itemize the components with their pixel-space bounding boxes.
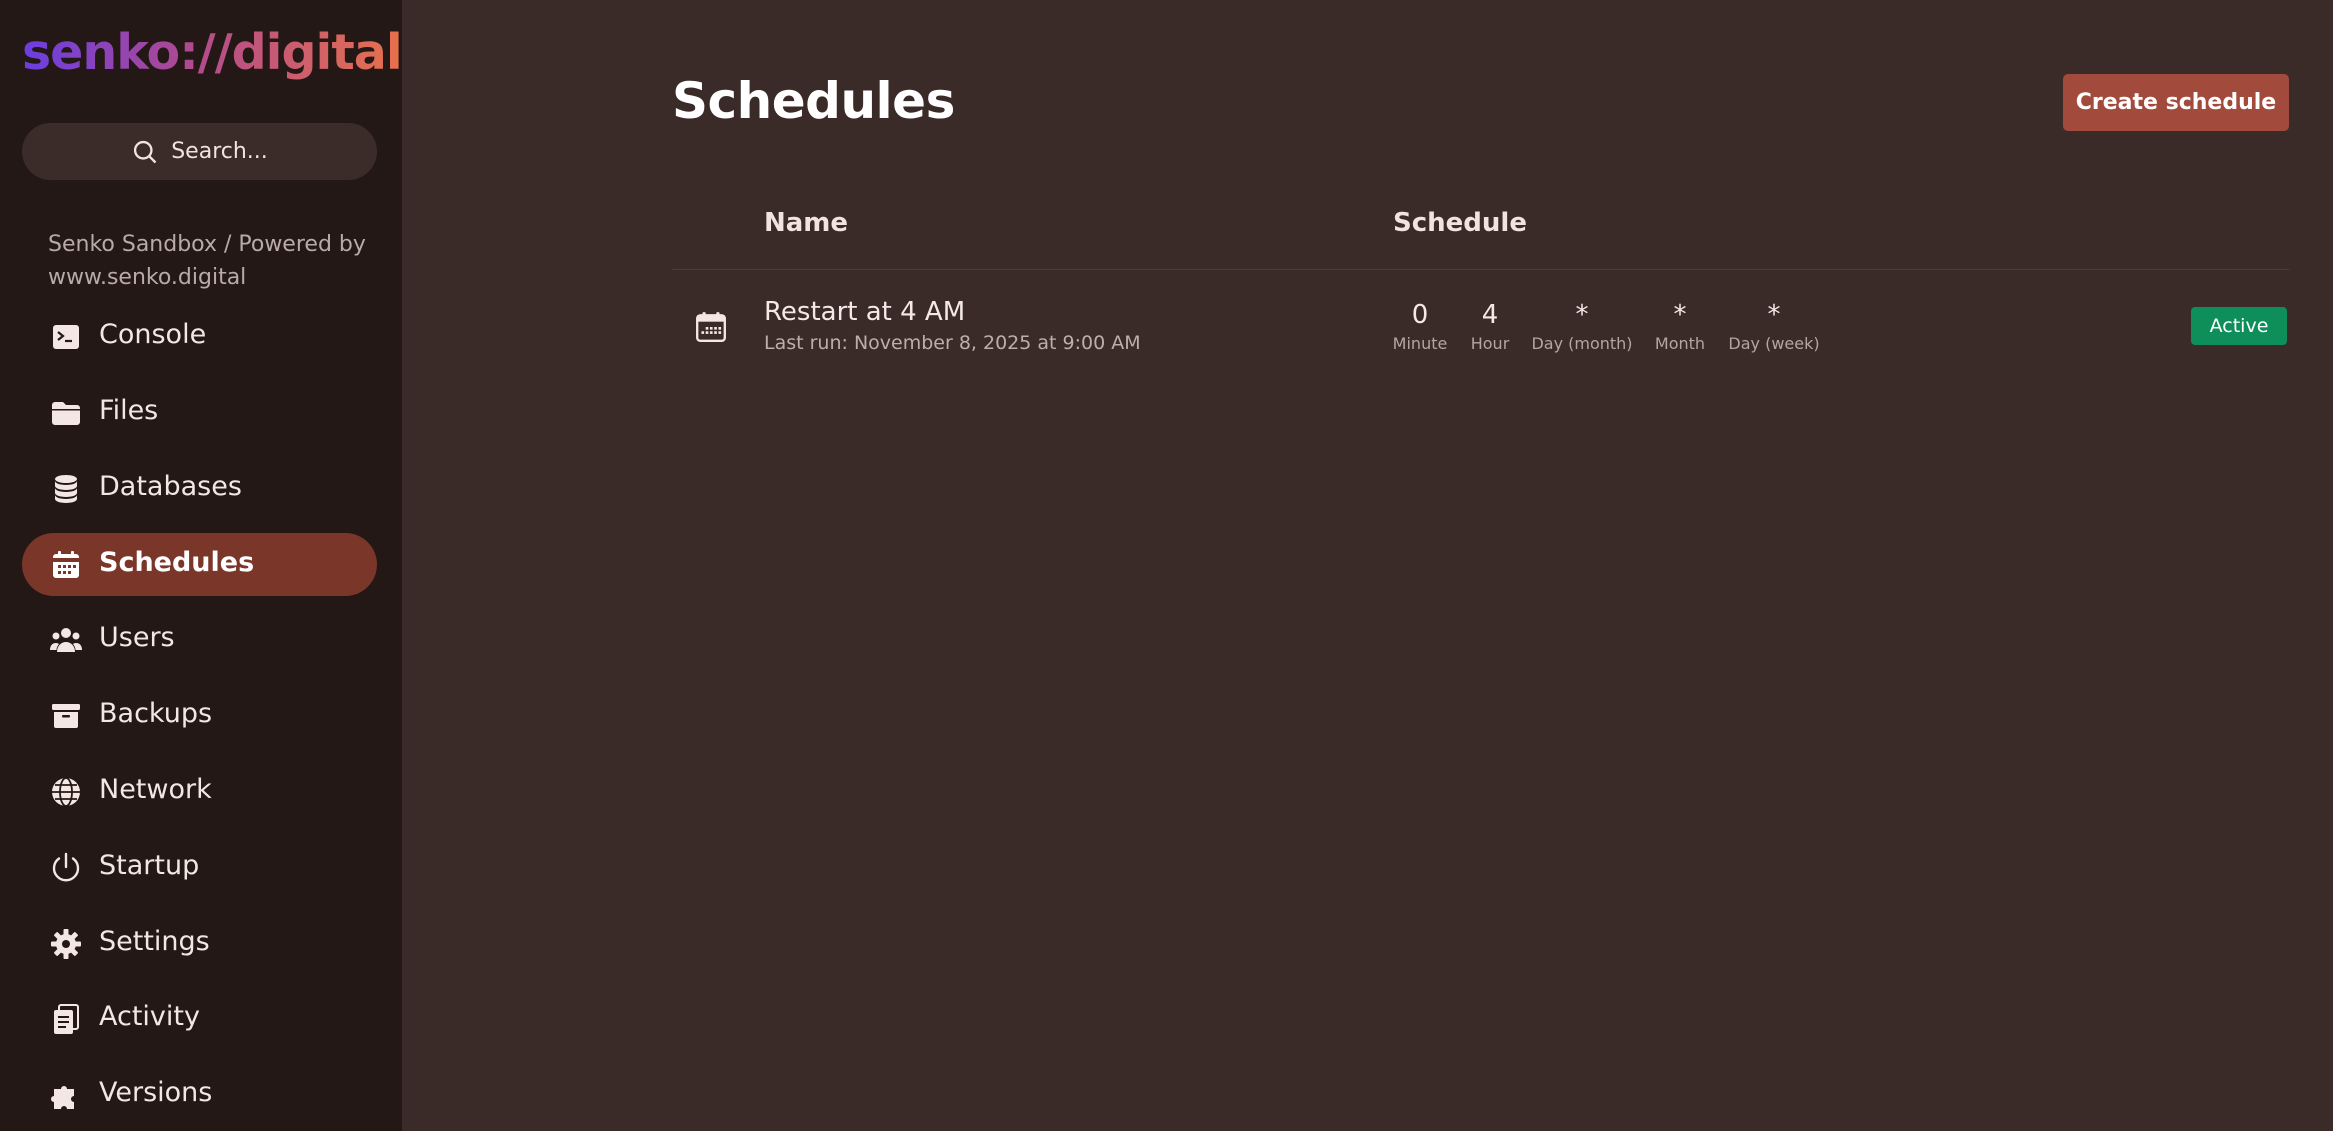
sidebar-item-label: Databases [99, 471, 242, 502]
globe-icon [50, 776, 82, 808]
cron-day-month: * Day (month) [1531, 298, 1632, 356]
schedule-last-run: Last run: November 8, 2025 at 9:00 AM [764, 332, 1141, 354]
cron-value: * [1575, 300, 1589, 330]
terminal-icon [50, 321, 82, 353]
cron-value: 4 [1481, 300, 1499, 330]
table-divider [672, 269, 2289, 270]
page-title: Schedules [672, 72, 955, 130]
sidebar-item-label: Versions [99, 1077, 213, 1108]
create-schedule-button[interactable]: Create schedule [2063, 74, 2289, 131]
cron-day-week: * Day (week) [1728, 298, 1819, 356]
power-icon [50, 852, 82, 884]
cron-value: * [1767, 300, 1781, 330]
sidebar-item-label: Activity [99, 1001, 200, 1032]
sidebar-item-label: Users [99, 622, 175, 653]
sidebar-item-activity[interactable]: Activity [22, 987, 377, 1050]
sidebar-item-label: Network [99, 774, 212, 805]
sidebar: senko://digital Search... Senko Sandbox … [0, 0, 403, 1131]
sidebar-item-databases[interactable]: Databases [22, 457, 377, 520]
cron-minute: 0 Minute [1393, 298, 1448, 356]
search-input[interactable]: Search... [22, 123, 377, 180]
calendar-icon [694, 310, 728, 344]
sidebar-item-label: Console [99, 319, 207, 350]
sidebar-item-label: Schedules [99, 547, 255, 578]
brand-logo[interactable]: senko://digital [22, 24, 403, 81]
sidebar-item-label: Startup [99, 850, 200, 881]
cron-month: * Month [1655, 298, 1705, 356]
schedule-name[interactable]: Restart at 4 AM [764, 297, 965, 327]
calendar-icon [50, 549, 82, 581]
database-icon [50, 473, 82, 505]
sidebar-item-label: Files [99, 395, 159, 426]
column-header-schedule: Schedule [1393, 208, 1527, 238]
cron-label: Hour [1470, 334, 1510, 353]
sidebar-item-label: Settings [99, 926, 210, 957]
status-badge: Active [2191, 307, 2287, 345]
search-icon [131, 138, 159, 166]
cron-label: Day (month) [1531, 334, 1633, 353]
cron-value: * [1673, 300, 1687, 330]
gear-icon [50, 928, 82, 960]
sidebar-item-settings[interactable]: Settings [22, 912, 377, 975]
server-subtitle: Senko Sandbox / Powered by www.senko.dig… [48, 232, 366, 290]
sidebar-item-versions[interactable]: Versions [22, 1063, 377, 1126]
archive-icon [50, 700, 82, 732]
sidebar-item-files[interactable]: Files [22, 381, 377, 444]
cron-label: Minute [1392, 334, 1448, 353]
clipboard-icon [50, 1003, 82, 1035]
sidebar-item-schedules[interactable]: Schedules [22, 533, 377, 596]
sidebar-item-console[interactable]: Console [22, 305, 377, 368]
puzzle-icon [50, 1079, 82, 1111]
cron-label: Day (week) [1728, 334, 1820, 353]
cron-value: 0 [1411, 300, 1429, 330]
sidebar-item-label: Backups [99, 698, 213, 729]
sidebar-item-users[interactable]: Users [22, 608, 377, 671]
column-header-name: Name [764, 208, 849, 238]
sidebar-item-backups[interactable]: Backups [22, 684, 377, 747]
cron-label: Month [1654, 334, 1706, 353]
cron-hour: 4 Hour [1471, 298, 1510, 356]
sidebar-item-startup[interactable]: Startup [22, 836, 377, 899]
search-placeholder: Search... [171, 139, 268, 164]
users-icon [50, 624, 82, 656]
sidebar-item-network[interactable]: Network [22, 760, 377, 823]
folder-icon [50, 397, 82, 429]
